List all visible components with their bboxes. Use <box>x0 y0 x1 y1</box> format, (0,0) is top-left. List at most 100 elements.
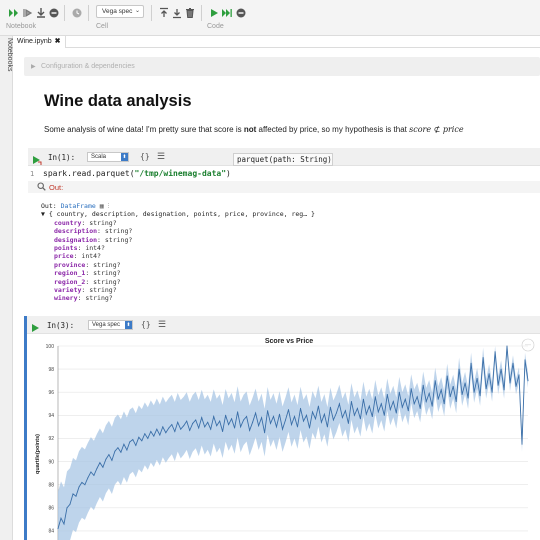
code-line[interactable]: 1 spark.read.parquet("/tmp/winemag-data"… <box>28 169 540 179</box>
config-dependencies-bar[interactable]: ▶ Configuration & dependencies <box>24 57 540 76</box>
data-point <box>117 447 119 449</box>
tab-wine-ipynb[interactable]: Wine.ipynb ✖ <box>13 36 66 48</box>
schema-field-name: points <box>54 244 78 253</box>
search-icon[interactable] <box>37 182 46 193</box>
data-point <box>428 392 430 394</box>
code-cell-1[interactable]: In(1): Scala ⬍ {} ☰ parquet(path: String… <box>28 148 540 308</box>
stop-run-icon[interactable] <box>235 7 247 19</box>
insert-above-icon[interactable] <box>158 7 170 19</box>
y-tick-label: 96 <box>48 390 54 396</box>
schema-summary[interactable]: ▼ { country, description, designation, p… <box>41 210 315 218</box>
language-select[interactable]: Vega spec ⬍ <box>88 320 133 330</box>
data-point <box>231 418 233 420</box>
schema-field: designation: string? <box>54 235 133 244</box>
data-point <box>350 401 352 402</box>
data-point <box>353 414 355 416</box>
data-point <box>401 406 403 408</box>
schema-field-name: price <box>54 252 74 261</box>
chart-title: Score vs Price <box>265 338 313 345</box>
page-title: Wine data analysis <box>44 92 192 110</box>
toolbar-group-cell: Cell <box>96 23 109 30</box>
data-point <box>452 385 454 387</box>
data-point <box>282 428 283 430</box>
vega-cell-3[interactable]: In(3): Vega spec ⬍ {} ☰ Score vs Price ·… <box>24 316 540 540</box>
data-point <box>192 422 194 424</box>
schema-field-type: int4? <box>85 244 105 253</box>
data-point <box>338 403 340 405</box>
data-point <box>527 380 529 382</box>
run-all-icon[interactable] <box>8 7 20 19</box>
history-icon[interactable] <box>71 7 83 19</box>
menu-icon[interactable]: ☰ <box>158 319 166 330</box>
cell-type-select[interactable]: Vega spec ⌄ <box>96 5 144 18</box>
schema-field: province: string? <box>54 260 121 269</box>
data-point <box>455 401 457 402</box>
data-point <box>347 422 349 424</box>
schema-field: winery: string? <box>54 294 113 303</box>
data-point <box>332 419 334 421</box>
data-point <box>294 416 295 417</box>
data-point <box>123 443 125 445</box>
data-point <box>407 410 409 412</box>
y-tick-label: 84 <box>48 529 54 535</box>
data-point <box>102 466 104 468</box>
run-from-icon[interactable] <box>22 7 34 19</box>
data-point <box>506 345 508 347</box>
schema-fields: country: string? description: string? desi… <box>41 219 315 303</box>
schema-field-name: region_1 <box>54 269 86 278</box>
schema-field: country: string? <box>54 218 117 227</box>
data-point <box>300 407 301 409</box>
data-point <box>81 481 83 483</box>
save-icon[interactable] <box>35 7 47 19</box>
dataframe-link[interactable]: DataFrame <box>61 202 96 210</box>
data-point <box>341 417 343 419</box>
data-point <box>165 432 167 434</box>
data-point <box>276 426 277 428</box>
braces-icon[interactable]: {} <box>141 320 151 329</box>
data-point <box>297 426 298 428</box>
chart-view-icon[interactable]: ⫶ <box>108 202 110 210</box>
schema-field-type: string? <box>89 286 117 295</box>
data-point <box>258 425 260 427</box>
data-point <box>273 416 274 417</box>
insert-below-icon[interactable] <box>171 7 183 19</box>
data-point <box>96 468 98 469</box>
code-text-suffix: ) <box>226 169 231 178</box>
data-point <box>392 401 394 402</box>
toolbar-separator <box>201 5 202 21</box>
data-point <box>309 427 310 429</box>
data-point <box>216 425 218 427</box>
braces-icon[interactable]: {} <box>140 152 150 161</box>
data-point <box>78 486 80 488</box>
cell-execution-id: In(3): <box>47 321 75 330</box>
data-point <box>320 421 322 423</box>
run-cell-icon[interactable] <box>32 152 42 165</box>
data-point <box>72 493 74 495</box>
data-point <box>186 420 188 422</box>
y-tick-label: 98 <box>48 367 54 373</box>
menu-icon[interactable]: ☰ <box>157 151 165 162</box>
data-point <box>422 384 424 386</box>
data-point <box>129 441 131 443</box>
language-select[interactable]: Scala ⬍ <box>87 152 129 162</box>
data-point <box>515 385 517 387</box>
run-cell-icon[interactable] <box>31 320 41 332</box>
data-point <box>395 412 397 414</box>
data-point <box>159 434 161 436</box>
chevron-down-icon: ⌄ <box>134 8 140 14</box>
cell-header: In(3): Vega spec ⬍ {} ☰ <box>27 316 540 334</box>
stop-icon[interactable] <box>48 7 60 19</box>
table-view-icon[interactable]: ▦ <box>100 202 104 210</box>
data-point <box>491 391 493 393</box>
chart-actions-button[interactable]: ··· <box>521 338 535 352</box>
run-icon[interactable] <box>208 7 220 19</box>
quartile-band <box>58 346 528 540</box>
data-point <box>288 409 289 411</box>
run-to-end-icon[interactable] <box>221 7 233 19</box>
data-point <box>261 417 263 419</box>
y-tick-labels: 828486889092949698100 <box>46 344 55 535</box>
schema-field: points: int4? <box>54 244 105 253</box>
close-icon[interactable]: ✖ <box>55 38 61 45</box>
delete-icon[interactable] <box>184 7 196 19</box>
sidebar-tab-notebooks[interactable]: Notebooks <box>1 38 13 98</box>
